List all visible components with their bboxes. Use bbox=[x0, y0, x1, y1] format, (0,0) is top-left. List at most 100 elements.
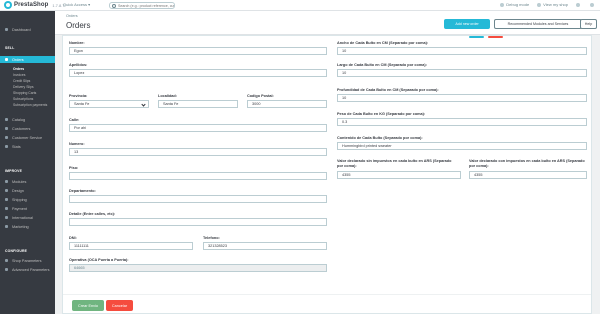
marketing-icon bbox=[5, 225, 8, 228]
search-icon bbox=[112, 3, 116, 8]
valor-sin-impuestos-field[interactable]: 4355 bbox=[337, 171, 461, 179]
notifications-icon[interactable] bbox=[576, 2, 582, 7]
largo-label: Largo de Cada Bulto en CM (Separado por … bbox=[337, 63, 427, 67]
search-box[interactable] bbox=[109, 2, 175, 9]
sidebar-sub-credit-slips[interactable]: Credit Slips bbox=[13, 79, 30, 83]
operativa-label: Operativa (OCA Puerta a Puerta): bbox=[69, 258, 129, 262]
valor-con-impuestos-label: Valor declarado con impuestos en cada bu… bbox=[469, 159, 585, 168]
top-bar: PrestaShop 1.7.8.7 Quick Access ▾ Debug … bbox=[0, 0, 600, 11]
quick-access-dropdown[interactable]: Quick Access ▾ bbox=[63, 2, 90, 7]
sidebar-item-design[interactable]: Design bbox=[0, 187, 55, 194]
sidebar-sub-subscriptions[interactable]: Subscriptions bbox=[13, 97, 33, 101]
ancho-label: Ancho de Cada Bulto en CM (Separado por … bbox=[337, 41, 429, 45]
peso-label: Peso de Cada Bulto en KG (Separado por c… bbox=[337, 112, 426, 116]
piso-field[interactable] bbox=[69, 172, 327, 180]
page-title: Orders bbox=[66, 21, 91, 30]
view-shop-link[interactable]: View my shop bbox=[537, 2, 568, 7]
detalle-field[interactable] bbox=[69, 218, 327, 226]
localidad-field[interactable]: Santa Fe bbox=[158, 100, 238, 108]
add-new-order-button[interactable]: Add new order bbox=[444, 19, 490, 29]
sidebar-item-orders[interactable]: Orders bbox=[0, 56, 55, 63]
calle-field[interactable]: Por ahi bbox=[69, 124, 327, 132]
shipping-form-card: Nombre: Egon Apellidos: Lopez Provincia:… bbox=[62, 35, 592, 314]
provincia-label: Provincia: bbox=[69, 94, 88, 98]
chat-icon bbox=[5, 136, 8, 139]
contenido-field[interactable]: Hummingbird printed sweater bbox=[337, 142, 587, 150]
numero-field[interactable]: 13 bbox=[69, 148, 327, 156]
sidebar-section-improve: IMPROVE bbox=[5, 169, 23, 173]
sidebar-item-shop-parameters[interactable]: Shop Parameters bbox=[0, 257, 55, 264]
breadcrumb[interactable]: Orders bbox=[66, 14, 78, 18]
customers-icon bbox=[5, 127, 8, 130]
numero-label: Numero: bbox=[69, 142, 85, 146]
sidebar-item-catalog[interactable]: Catalog bbox=[0, 116, 55, 123]
logo[interactable]: PrestaShop 1.7.8.7 bbox=[4, 1, 65, 9]
apellidos-field[interactable]: Lopez bbox=[69, 69, 327, 77]
profundidad-label: Profundidad de Cada Bulto en CM (Separad… bbox=[337, 88, 439, 92]
sidebar-sub-invoices[interactable]: Invoices bbox=[13, 73, 25, 77]
sidebar-item-advanced-parameters[interactable]: Advanced Parameters bbox=[0, 266, 55, 273]
codigo-postal-field[interactable]: 3000 bbox=[247, 100, 327, 108]
sidebar-item-modules[interactable]: Modules bbox=[0, 178, 55, 185]
design-icon bbox=[5, 189, 8, 192]
sidebar-section-sell: SELL bbox=[5, 46, 15, 50]
dashboard-icon bbox=[5, 28, 8, 31]
sidebar-item-customers[interactable]: Customers bbox=[0, 125, 55, 132]
sidebar-item-dashboard[interactable]: Dashboard bbox=[0, 26, 55, 33]
telefono-field[interactable]: 321328523 bbox=[203, 242, 327, 250]
orders-icon bbox=[5, 58, 8, 61]
peso-field[interactable]: 0.3 bbox=[337, 118, 587, 126]
sidebar-sub-orders[interactable]: Orders bbox=[13, 67, 24, 71]
user-avatar-icon[interactable] bbox=[590, 2, 596, 7]
eye-icon bbox=[537, 2, 542, 7]
piso-label: Piso: bbox=[69, 166, 79, 170]
cancelar-button[interactable]: Cancelar bbox=[106, 300, 133, 311]
nombre-field[interactable]: Egon bbox=[69, 47, 327, 55]
gear-icon bbox=[5, 268, 8, 271]
sidebar-section-configure: CONFIGURE bbox=[5, 249, 28, 253]
largo-field[interactable]: 10 bbox=[337, 69, 587, 77]
bug-icon bbox=[500, 2, 505, 7]
status-badge-blue bbox=[469, 36, 484, 38]
profundidad-field[interactable]: 10 bbox=[337, 94, 587, 102]
sidebar-item-payment[interactable]: Payment bbox=[0, 205, 55, 212]
dni-field[interactable]: 11111111 bbox=[69, 242, 193, 250]
page-header: Orders Orders Add new order Recommended … bbox=[55, 11, 600, 35]
apellidos-label: Apellidos: bbox=[69, 63, 88, 67]
valor-sin-impuestos-label: Valor declarado sin impuestos en cada bu… bbox=[337, 159, 452, 168]
codigo-postal-label: Codigo Postal: bbox=[247, 94, 274, 98]
departamento-field[interactable] bbox=[69, 195, 327, 203]
dni-label: DNI: bbox=[69, 236, 77, 240]
contenido-label: Contenido de Cada Bulto (Separado por co… bbox=[337, 136, 423, 140]
operativa-field[interactable]: 64665 bbox=[69, 264, 327, 272]
sidebar-item-marketing[interactable]: Marketing bbox=[0, 223, 55, 230]
debug-mode-link[interactable]: Debug mode bbox=[500, 2, 529, 7]
ancho-field[interactable]: 10 bbox=[337, 47, 587, 55]
valor-con-impuestos-field[interactable]: 4355 bbox=[469, 171, 587, 179]
provincia-select[interactable]: Santa Fe bbox=[69, 100, 149, 108]
stats-icon bbox=[5, 145, 8, 148]
card-icon bbox=[5, 207, 8, 210]
globe-icon bbox=[5, 216, 8, 219]
sidebar-item-international[interactable]: International bbox=[0, 214, 55, 221]
sidebar-sub-subscription-payments[interactable]: Subscription payments bbox=[13, 103, 47, 107]
calle-label: Calle: bbox=[69, 118, 80, 122]
nombre-label: Nombre: bbox=[69, 41, 85, 45]
search-input[interactable] bbox=[118, 3, 174, 8]
telefono-label: Telefono: bbox=[203, 236, 220, 240]
help-button[interactable]: Help bbox=[580, 19, 597, 29]
recommended-modules-button[interactable]: Recommended Modules and Services bbox=[494, 19, 582, 29]
sidebar-sub-delivery-slips[interactable]: Delivery Slips bbox=[13, 85, 34, 89]
crear-envio-button[interactable]: Crear Envio bbox=[72, 300, 104, 311]
sidebar-sub-shopping-carts[interactable]: Shopping Carts bbox=[13, 91, 36, 95]
status-badge-red bbox=[488, 36, 503, 38]
prestashop-logo-icon bbox=[4, 1, 12, 9]
sidebar-item-shipping[interactable]: Shipping bbox=[0, 196, 55, 203]
top-right-links: Debug mode View my shop bbox=[500, 2, 596, 7]
form-divider bbox=[63, 294, 591, 295]
sidebar-item-stats[interactable]: Stats bbox=[0, 143, 55, 150]
catalog-icon bbox=[5, 118, 8, 121]
localidad-label: Localidad: bbox=[158, 94, 177, 98]
sidebar-item-customer-service[interactable]: Customer Service bbox=[0, 134, 55, 141]
brand-name: PrestaShop bbox=[14, 2, 49, 8]
